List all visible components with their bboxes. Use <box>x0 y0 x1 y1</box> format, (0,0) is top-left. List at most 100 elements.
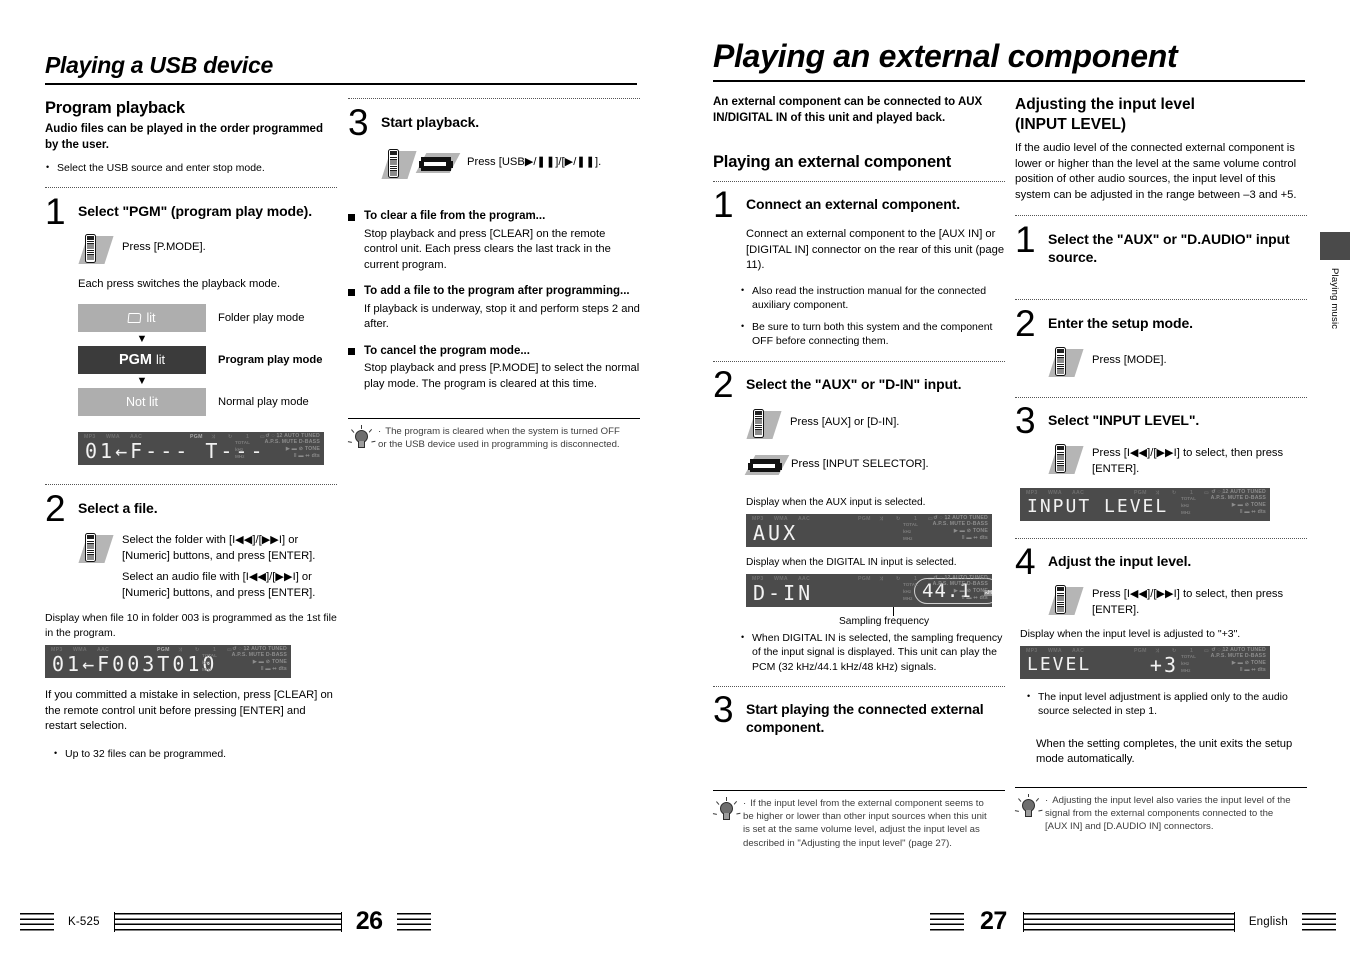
input-level-step-4-title: Adjust the input level. <box>1048 553 1192 569</box>
side-tab-label: Playing music <box>1329 268 1340 330</box>
left-step-2: 2 Select a file. Select the folder with … <box>45 489 337 761</box>
side-tab-playing-music: Playing music <box>1320 232 1350 329</box>
right-step-2-caption-aux: Display when the AUX input is selected. <box>746 496 926 508</box>
right-chapter-rule <box>713 80 1305 82</box>
remote-control-icon <box>1048 583 1084 617</box>
footer-page-number-left: 26 <box>355 907 383 935</box>
lcd-display-program-file: MP3 WMA AAC PGM ⤨ ↻ 1 ▭ ♪ 01←F003T010 ↺ … <box>45 645 291 678</box>
input-level-step-4-caption: Display when the input level is adjusted… <box>1020 628 1241 640</box>
footer-page-number-right: 27 <box>980 907 1007 935</box>
input-level-step-3-press-row: Press [I◀◀]/[▶▶I] to select, then press … <box>1048 442 1307 477</box>
right-step-2-bullet: When DIGITAL IN is selected, the samplin… <box>740 630 1005 675</box>
lcd-display-level-value: MP3 WMA AAC PGM ⤨ ↻ 1 ▭ ♪ LEVEL +3 ↺ ◌ 1… <box>1020 645 1270 679</box>
note-heading-clear-file: To clear a file from the program... <box>348 209 640 225</box>
left-footer: K-525 26 <box>0 907 675 936</box>
note-text-cancel-program: Stop playback and press [P.MODE] to sele… <box>364 362 640 390</box>
right-step-2-caption-din: Display when the DIGITAL IN input is sel… <box>746 556 957 568</box>
right-step-1-bullet-2: Be sure to turn both this system and the… <box>740 319 1005 349</box>
input-level-step-4-number: 4 <box>1015 541 1036 582</box>
manual-spread: Playing a USB device Program playback Au… <box>0 0 1350 954</box>
left-column-1: Program playback Audio files can be play… <box>45 98 337 761</box>
separator-3 <box>348 98 640 99</box>
mode-label-folder: Folder play mode <box>218 312 305 324</box>
lcd-main-text-2: 01←F003T010 <box>52 652 218 676</box>
right-step-3-title: Start playing the connected external com… <box>746 701 984 735</box>
mode-box-folder: lit <box>78 304 206 332</box>
lcd-right-indicators-lvl: ↺ ◌ 12 AUTO TUNED A.P.S. MUTE D-BASS ▶ ▬… <box>1181 646 1266 673</box>
separator-1 <box>45 186 337 188</box>
lcd-main-text-level: LEVEL <box>1027 653 1092 675</box>
left-step-3-number: 3 <box>348 102 369 143</box>
left-step-2-number: 2 <box>45 488 66 529</box>
program-playback-heading: Program playback <box>45 99 185 117</box>
separator-rc2 <box>1015 299 1307 300</box>
mode-row-program: PGM lit Program play mode <box>78 346 337 374</box>
input-level-step-2: 2 Enter the setup mode. Press [MODE]. <box>1015 304 1307 379</box>
input-level-step-1-number: 1 <box>1015 219 1036 260</box>
remote-control-icon <box>78 232 114 266</box>
right-footer: 27 English <box>675 907 1350 936</box>
left-step-1-press-row: Press [P.MODE]. <box>78 232 337 266</box>
input-level-step-3-title: Select "INPUT LEVEL". <box>1048 412 1200 428</box>
mode-box-folder-state: lit <box>146 311 156 325</box>
left-step-3-notes: To clear a file from the program... Stop… <box>348 209 640 392</box>
lcd-right-indicators-il: ↺ ◌ 12 AUTO TUNED A.P.S. MUTE D-BASS ▶ ▬… <box>1181 489 1266 515</box>
mode-box-normal-state: Not lit <box>126 395 158 409</box>
lcd-level-value: +3 <box>1149 652 1178 677</box>
separator-rc3 <box>1015 397 1307 398</box>
separator-r2 <box>713 360 1005 362</box>
mode-arrow-1: ▼ <box>136 332 148 345</box>
lightbulb-icon <box>347 425 376 455</box>
right-step-1-number: 1 <box>713 184 734 225</box>
lcd-display-digital-in: MP3 WMA AAC PGM ⤨ ↻ 1 ▭ ♪ D-IN 44.1 kH ↺… <box>746 573 992 607</box>
input-level-intro: If the audio level of the connected exte… <box>1015 142 1297 201</box>
remote-control-icon <box>746 407 782 441</box>
left-step-1: 1 Select "PGM" (program play mode). Pres… <box>45 191 337 465</box>
right-chapter-title: Playing an external component <box>713 38 1305 82</box>
note-heading-cancel-program: To cancel the program mode... <box>348 344 640 360</box>
remote-control-icon <box>381 147 417 181</box>
right-intro: An external component can be connected t… <box>713 96 983 124</box>
separator-r1 <box>713 181 1005 182</box>
mode-box-program-state: lit <box>156 353 166 367</box>
mode-row-folder: lit Folder play mode <box>78 304 337 332</box>
lcd-right-indicators-din: ↺ ◌ 12 AUTO TUNED A.P.S. MUTE D-BASS ▶ ▬… <box>903 574 988 601</box>
remote-control-icon <box>1048 345 1084 379</box>
right-tip-box: · If the input level from the external co… <box>712 790 1005 850</box>
input-level-step-3-press-text: Press [I◀◀]/[▶▶I] to select, then press … <box>1092 447 1284 475</box>
lcd-main-text-aux: AUX <box>753 520 799 545</box>
left-chapter-title: Playing a USB device <box>45 52 637 85</box>
separator-r3 <box>713 686 1005 687</box>
callout-label: Sampling frequency <box>839 615 930 627</box>
lcd-display-input-level: MP3 WMA AAC PGM ⤨ ↻ 1 ▭ ♪ INPUT LEVEL ↺ … <box>1020 488 1270 521</box>
lcd-right-indicators-2: ↺ ◌ 12 AUTO TUNED A.P.S. MUTE D-BASS ▶ ▬… <box>202 646 287 672</box>
input-level-tip-text: Adjusting the input level also varies th… <box>1045 794 1291 832</box>
right-step-2-unit-row: Press [INPUT SELECTOR]. <box>744 449 1005 483</box>
separator-rc1 <box>1015 215 1307 216</box>
left-step-2-instruction-1: Select the folder with [I◀◀]/[▶▶I] or [N… <box>122 534 316 562</box>
program-playback-intro-bullet: Select the USB source and enter stop mod… <box>45 160 337 176</box>
lightbulb-icon <box>1014 793 1043 824</box>
lcd-display-aux: MP3 WMA AAC PGM ⤨ ↻ 1 ▭ ♪ AUX ↺ ◌ 12 AUT… <box>746 513 992 547</box>
footer-model-name: K-525 <box>68 915 100 928</box>
left-step-1-number: 1 <box>45 190 66 232</box>
input-level-step-4-after: When the setting completes, the unit exi… <box>1036 737 1293 766</box>
lightbulb-icon <box>712 797 741 827</box>
lcd-display-program-empty: MP3 WMA AAC PGM ⤨ ↻ 1 ▭ ♪ 01←F--- T--- ↺… <box>78 432 324 465</box>
left-step-1-title: Select "PGM" (program play mode). <box>78 202 313 219</box>
right-step-1-text: Connect an external component to the [AU… <box>746 228 1005 271</box>
input-level-step-2-title: Enter the setup mode. <box>1048 315 1193 331</box>
input-level-step-2-number: 2 <box>1015 303 1036 344</box>
right-tip-text: If the input level from the external com… <box>743 798 987 849</box>
right-step-1: 1 Connect an external component. Connect… <box>713 185 1005 349</box>
sampling-frequency-callout: Sampling frequency <box>746 606 1005 629</box>
side-tab-block <box>1320 232 1350 260</box>
note-text-add-file: If playback is underway, stop it and per… <box>364 302 640 331</box>
left-step-2-instruction-2: Select an audio file with [I◀◀]/[▶▶I] or… <box>122 571 316 599</box>
footer-language: English <box>1248 915 1288 928</box>
mode-arrow-2: ▼ <box>136 374 148 387</box>
mode-label-normal: Normal play mode <box>218 396 309 408</box>
mode-box-normal: Not lit <box>78 388 206 416</box>
footer-staff-left-3 <box>396 911 431 932</box>
footer-staff-left-1 <box>20 911 54 932</box>
